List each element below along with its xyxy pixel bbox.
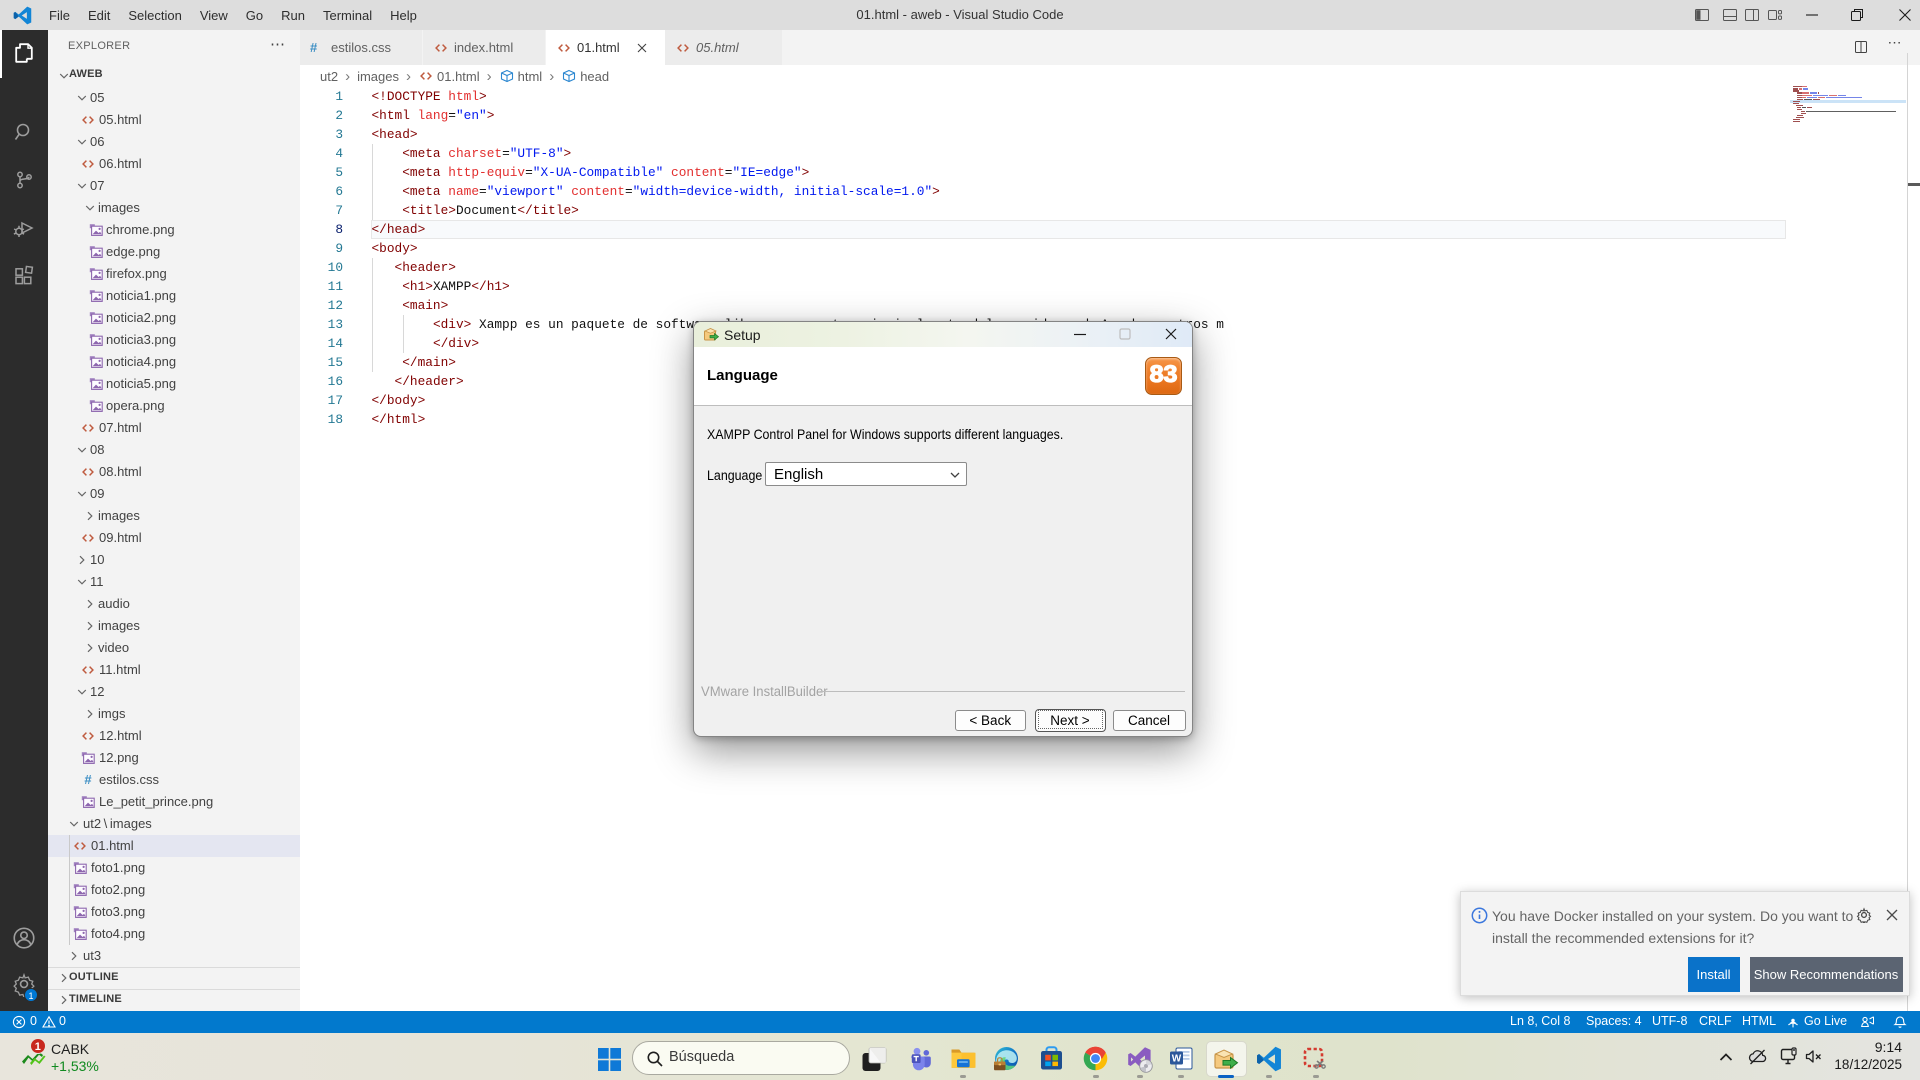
svg-text:W: W: [1172, 1053, 1182, 1064]
